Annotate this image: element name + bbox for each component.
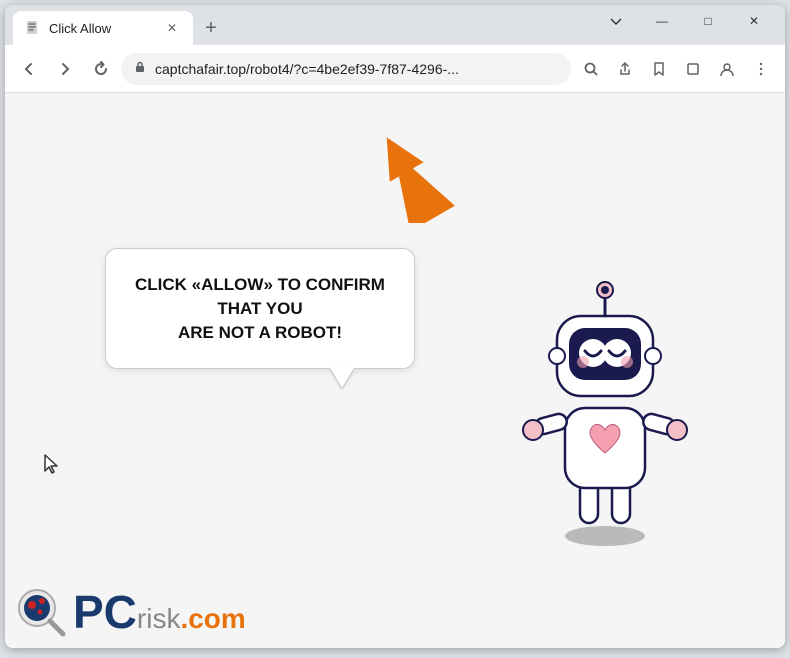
window-controls: — □ ✕ <box>593 5 777 37</box>
back-button[interactable] <box>13 53 45 85</box>
browser-window: Click Allow ✕ + — □ ✕ <box>5 5 785 648</box>
tab-manager-button[interactable] <box>677 53 709 85</box>
maximize-button[interactable]: □ <box>685 5 731 37</box>
address-text: captchafair.top/robot4/?c=4be2ef39-7f87-… <box>155 61 559 77</box>
bookmark-button[interactable] <box>643 53 675 85</box>
toolbar: captchafair.top/robot4/?c=4be2ef39-7f87-… <box>5 45 785 93</box>
search-button[interactable] <box>575 53 607 85</box>
active-tab[interactable]: Click Allow ✕ <box>13 11 193 45</box>
address-bar[interactable]: captchafair.top/robot4/?c=4be2ef39-7f87-… <box>121 53 571 85</box>
reload-button[interactable] <box>85 53 117 85</box>
new-tab-button[interactable]: + <box>197 14 225 42</box>
forward-button[interactable] <box>49 53 81 85</box>
mouse-cursor <box>43 453 63 483</box>
robot-character <box>505 268 705 548</box>
close-button[interactable]: ✕ <box>731 5 777 37</box>
pc-text: PC <box>73 589 137 635</box>
toolbar-actions <box>575 53 777 85</box>
profile-button[interactable] <box>711 53 743 85</box>
domain-text: .com <box>180 605 245 633</box>
tab-close-button[interactable]: ✕ <box>163 19 181 37</box>
share-button[interactable] <box>609 53 641 85</box>
chevron-button[interactable] <box>593 5 639 37</box>
minimize-button[interactable]: — <box>639 5 685 37</box>
menu-button[interactable] <box>745 53 777 85</box>
tab-bar: Click Allow ✕ + — □ ✕ <box>5 5 785 45</box>
tab-title: Click Allow <box>49 21 155 36</box>
content-area: CLICK «ALLOW» TO CONFIRM THAT YOU ARE NO… <box>5 93 785 648</box>
tab-favicon <box>25 20 41 36</box>
pcrisk-watermark: PC risk .com <box>15 586 246 638</box>
lock-icon <box>133 60 147 77</box>
risk-text: risk <box>137 605 181 633</box>
speech-bubble: CLICK «ALLOW» TO CONFIRM THAT YOU ARE NO… <box>105 248 415 369</box>
bubble-text: CLICK «ALLOW» TO CONFIRM THAT YOU ARE NO… <box>134 273 386 344</box>
